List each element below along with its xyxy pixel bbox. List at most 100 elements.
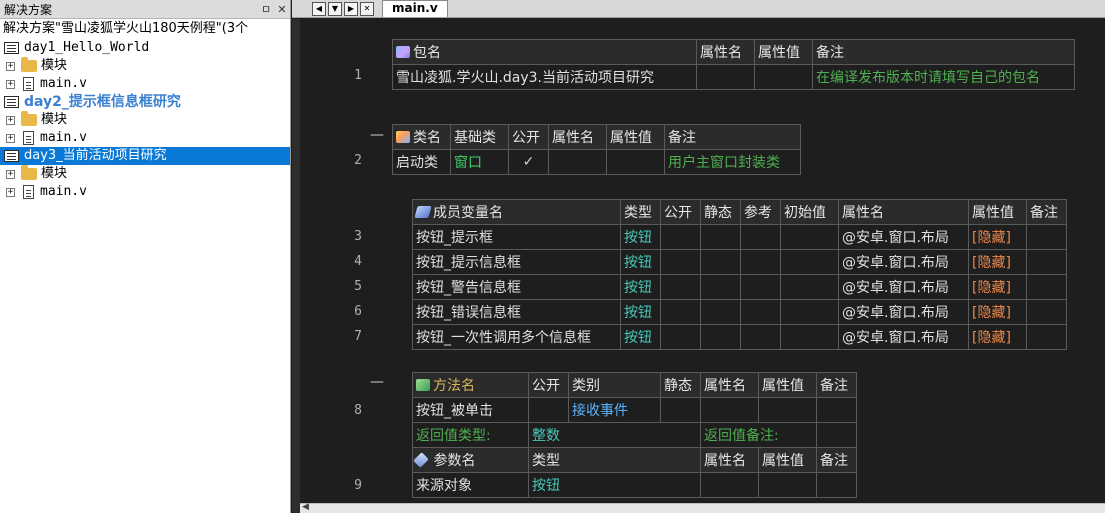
initial-value-cell[interactable]: [780, 324, 839, 350]
initial-value-cell[interactable]: [780, 249, 839, 275]
reference-cell[interactable]: [740, 249, 781, 275]
expand-icon[interactable]: +: [6, 187, 15, 197]
attr-value-cell[interactable]: [754, 64, 813, 90]
project-day1[interactable]: day1_Hello_World: [0, 39, 290, 57]
tree-item-main-file[interactable]: + main.v: [0, 183, 290, 201]
close-icon[interactable]: ✕: [274, 3, 290, 16]
tree-item-module-folder[interactable]: + 模块: [0, 165, 290, 183]
initial-value-cell[interactable]: [780, 274, 839, 300]
expand-icon[interactable]: +: [6, 79, 15, 89]
scroll-right-icon[interactable]: ▶: [344, 1, 358, 16]
param-name-cell[interactable]: 来源对象: [412, 472, 529, 498]
public-cell[interactable]: [660, 249, 701, 275]
public-cell[interactable]: [660, 274, 701, 300]
static-cell[interactable]: [700, 274, 741, 300]
code-editor[interactable]: 1 包名 属性名 属性值 备注 雪山凌狐.学火山.day3.当前活动项目研究 在…: [300, 19, 1105, 503]
collapse-icon[interactable]: —: [370, 374, 384, 390]
public-checkmark[interactable]: ✓: [508, 149, 549, 175]
attr-value-cell[interactable]: [隐藏]: [968, 274, 1027, 300]
attr-value-cell[interactable]: [隐藏]: [968, 299, 1027, 325]
expand-icon[interactable]: +: [6, 115, 15, 125]
note-cell[interactable]: 在编译发布版本时请填写自己的包名: [812, 64, 1075, 90]
reference-cell[interactable]: [740, 224, 781, 250]
note-cell[interactable]: [1026, 274, 1067, 300]
note-cell[interactable]: [816, 397, 857, 423]
project-day3[interactable]: day3_当前活动项目研究: [0, 147, 290, 165]
tree-item-main-file[interactable]: + main.v: [0, 129, 290, 147]
attr-name-cell[interactable]: [700, 472, 759, 498]
member-name-cell[interactable]: 按钮_警告信息框: [412, 274, 621, 300]
note-cell[interactable]: [1026, 224, 1067, 250]
expand-icon[interactable]: +: [6, 61, 15, 71]
static-cell[interactable]: [660, 397, 701, 423]
close-tab-icon[interactable]: ✕: [360, 1, 374, 16]
static-cell[interactable]: [700, 324, 741, 350]
tree-item-module-folder[interactable]: + 模块: [0, 111, 290, 129]
type-cell[interactable]: 按钮: [620, 299, 661, 325]
member-row[interactable]: 按钮_提示信息框 按钮 @安卓.窗口.布局 [隐藏]: [412, 249, 1067, 275]
scroll-left-icon[interactable]: ◀: [312, 1, 326, 16]
reference-cell[interactable]: [740, 274, 781, 300]
attr-name-cell[interactable]: @安卓.窗口.布局: [838, 274, 969, 300]
project-day2[interactable]: day2_提示框信息框研究: [0, 93, 290, 111]
static-cell[interactable]: [700, 224, 741, 250]
member-row[interactable]: 按钮_警告信息框 按钮 @安卓.窗口.布局 [隐藏]: [412, 274, 1067, 300]
member-row[interactable]: 按钮_一次性调用多个信息框 按钮 @安卓.窗口.布局 [隐藏]: [412, 324, 1067, 350]
attr-value-cell[interactable]: [隐藏]: [968, 324, 1027, 350]
tab-list-icon[interactable]: ▼: [328, 1, 342, 16]
member-name-cell[interactable]: 按钮_提示框: [412, 224, 621, 250]
attr-value-cell[interactable]: [758, 472, 817, 498]
category-cell[interactable]: 接收事件: [568, 397, 661, 423]
member-row[interactable]: 按钮_错误信息框 按钮 @安卓.窗口.布局 [隐藏]: [412, 299, 1067, 325]
expand-icon[interactable]: +: [6, 169, 15, 179]
class-name-cell[interactable]: 启动类: [392, 149, 451, 175]
member-name-cell[interactable]: 按钮_一次性调用多个信息框: [412, 324, 621, 350]
tree-item-module-folder[interactable]: + 模块: [0, 57, 290, 75]
member-name-cell[interactable]: 按钮_错误信息框: [412, 299, 621, 325]
public-cell[interactable]: [660, 299, 701, 325]
attr-value-cell[interactable]: [隐藏]: [968, 249, 1027, 275]
member-row[interactable]: 按钮_提示框 按钮 @安卓.窗口.布局 [隐藏]: [412, 224, 1067, 250]
base-class-cell[interactable]: 窗口: [450, 149, 509, 175]
horizontal-scrollbar[interactable]: ◀: [300, 502, 1105, 513]
attr-name-cell[interactable]: [548, 149, 607, 175]
collapse-icon[interactable]: —: [370, 127, 384, 143]
attr-name-cell[interactable]: @安卓.窗口.布局: [838, 299, 969, 325]
attr-value-cell[interactable]: [606, 149, 665, 175]
type-cell[interactable]: 按钮: [620, 249, 661, 275]
pin-icon[interactable]: ㅁ: [258, 1, 274, 17]
note-cell[interactable]: [1026, 299, 1067, 325]
tree-item-main-file[interactable]: + main.v: [0, 75, 290, 93]
type-cell[interactable]: 按钮: [620, 274, 661, 300]
type-cell[interactable]: 按钮: [620, 224, 661, 250]
tab-main-v[interactable]: main.v: [382, 0, 448, 17]
reference-cell[interactable]: [740, 299, 781, 325]
note-cell[interactable]: [1026, 324, 1067, 350]
member-name-cell[interactable]: 按钮_提示信息框: [412, 249, 621, 275]
attr-name-cell[interactable]: [696, 64, 755, 90]
initial-value-cell[interactable]: [780, 299, 839, 325]
solution-root[interactable]: 解决方案"雪山凌狐学火山180天例程"(3个: [0, 19, 290, 39]
param-type-cell[interactable]: 按钮: [528, 472, 701, 498]
attr-value-cell[interactable]: [隐藏]: [968, 224, 1027, 250]
type-cell[interactable]: 按钮: [620, 324, 661, 350]
initial-value-cell[interactable]: [780, 224, 839, 250]
attr-name-cell[interactable]: [700, 397, 759, 423]
package-name-cell[interactable]: 雪山凌狐.学火山.day3.当前活动项目研究: [392, 64, 697, 90]
return-note-cell[interactable]: [816, 422, 857, 448]
reference-cell[interactable]: [740, 324, 781, 350]
method-name-cell[interactable]: 按钮_被单击: [412, 397, 529, 423]
note-cell[interactable]: [816, 472, 857, 498]
static-cell[interactable]: [700, 249, 741, 275]
public-cell[interactable]: [660, 324, 701, 350]
scroll-left-arrow-icon[interactable]: ◀: [302, 502, 309, 512]
attr-value-cell[interactable]: [758, 397, 817, 423]
note-cell[interactable]: 用户主窗口封装类: [664, 149, 801, 175]
note-cell[interactable]: [1026, 249, 1067, 275]
public-cell[interactable]: [528, 397, 569, 423]
expand-icon[interactable]: +: [6, 133, 15, 143]
attr-name-cell[interactable]: @安卓.窗口.布局: [838, 249, 969, 275]
return-type-cell[interactable]: 整数: [528, 422, 701, 448]
attr-name-cell[interactable]: @安卓.窗口.布局: [838, 324, 969, 350]
public-cell[interactable]: [660, 224, 701, 250]
